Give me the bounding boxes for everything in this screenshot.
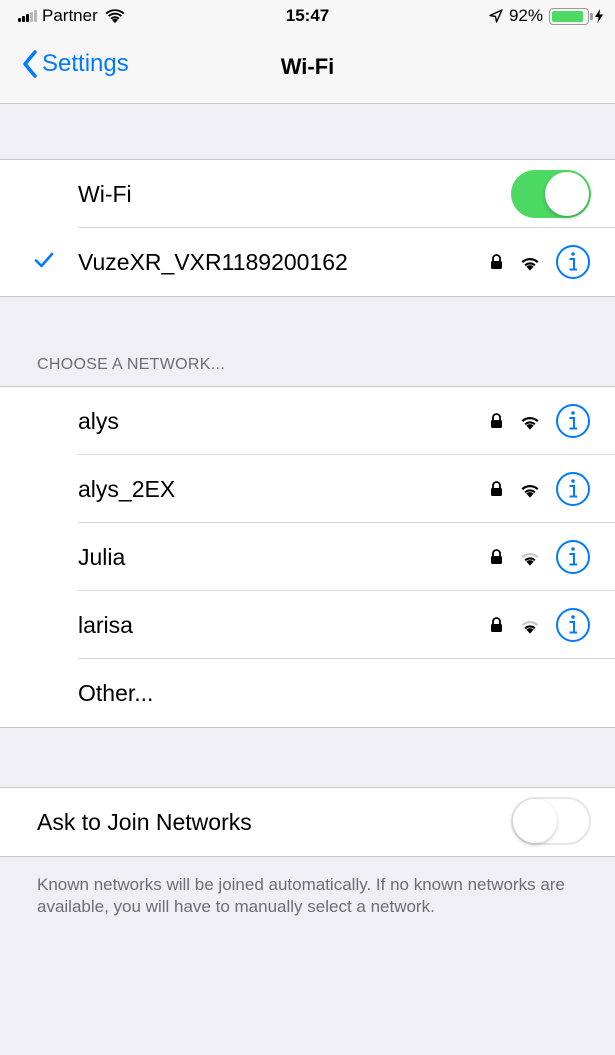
other-network-label: Other... — [78, 680, 154, 706]
lock-icon — [491, 254, 502, 269]
checkmark-icon — [34, 252, 54, 268]
ask-join-group: Ask to Join Networks — [0, 787, 615, 857]
ask-join-row: Ask to Join Networks — [0, 788, 615, 856]
wifi-signal-icon — [521, 553, 539, 566]
wifi-signal-icon — [521, 258, 539, 271]
battery-icon — [549, 7, 589, 25]
page-title: Wi-Fi — [280, 54, 335, 79]
wifi-signal-icon — [521, 621, 539, 634]
other-network-row[interactable]: Other... — [0, 659, 615, 727]
wifi-signal-icon — [521, 417, 539, 430]
connected-network-name: VuzeXR_VXR1189200162 — [78, 249, 348, 275]
info-icon[interactable] — [555, 471, 591, 507]
connected-network-row[interactable]: VuzeXR_VXR1189200162 — [0, 228, 615, 296]
wifi-toggle[interactable] — [511, 170, 591, 218]
ask-join-note: Known networks will be joined automatica… — [37, 875, 565, 916]
network-row[interactable]: alys — [0, 387, 615, 455]
network-name: Julia — [78, 544, 126, 570]
lock-icon — [491, 617, 502, 632]
network-name: alys — [78, 408, 119, 434]
lock-icon — [491, 481, 502, 496]
info-icon[interactable] — [555, 244, 591, 280]
lock-icon — [491, 413, 502, 428]
wifi-signal-icon — [521, 485, 539, 498]
wifi-toggle-row: Wi-Fi — [0, 160, 615, 228]
status-right: 92% — [489, 6, 603, 26]
network-row[interactable]: larisa — [0, 591, 615, 659]
network-row[interactable]: Julia — [0, 523, 615, 591]
network-name: alys_2EX — [78, 476, 176, 502]
network-row[interactable]: alys_2EX — [0, 455, 615, 523]
networks-group: alys alys_2EX Julia larisa Other... — [0, 386, 615, 728]
info-icon[interactable] — [555, 403, 591, 439]
ask-join-label: Ask to Join Networks — [37, 809, 252, 835]
status-bar: Partner 15:47 92% — [0, 0, 615, 30]
info-icon[interactable] — [555, 607, 591, 643]
info-icon[interactable] — [555, 539, 591, 575]
battery-percent: 92% — [508, 6, 543, 25]
charging-bolt-icon — [595, 9, 603, 23]
ask-join-toggle[interactable] — [511, 797, 591, 845]
lock-icon — [491, 549, 502, 564]
location-arrow-icon — [489, 9, 503, 23]
navigation-bar: Settings Wi-Fi — [0, 30, 615, 104]
network-name: larisa — [78, 612, 133, 638]
wifi-group: Wi-Fi VuzeXR_VXR1189200162 — [0, 159, 615, 297]
wifi-label: Wi-Fi — [78, 181, 132, 207]
choose-network-header: CHOOSE A NETWORK... — [37, 356, 225, 373]
